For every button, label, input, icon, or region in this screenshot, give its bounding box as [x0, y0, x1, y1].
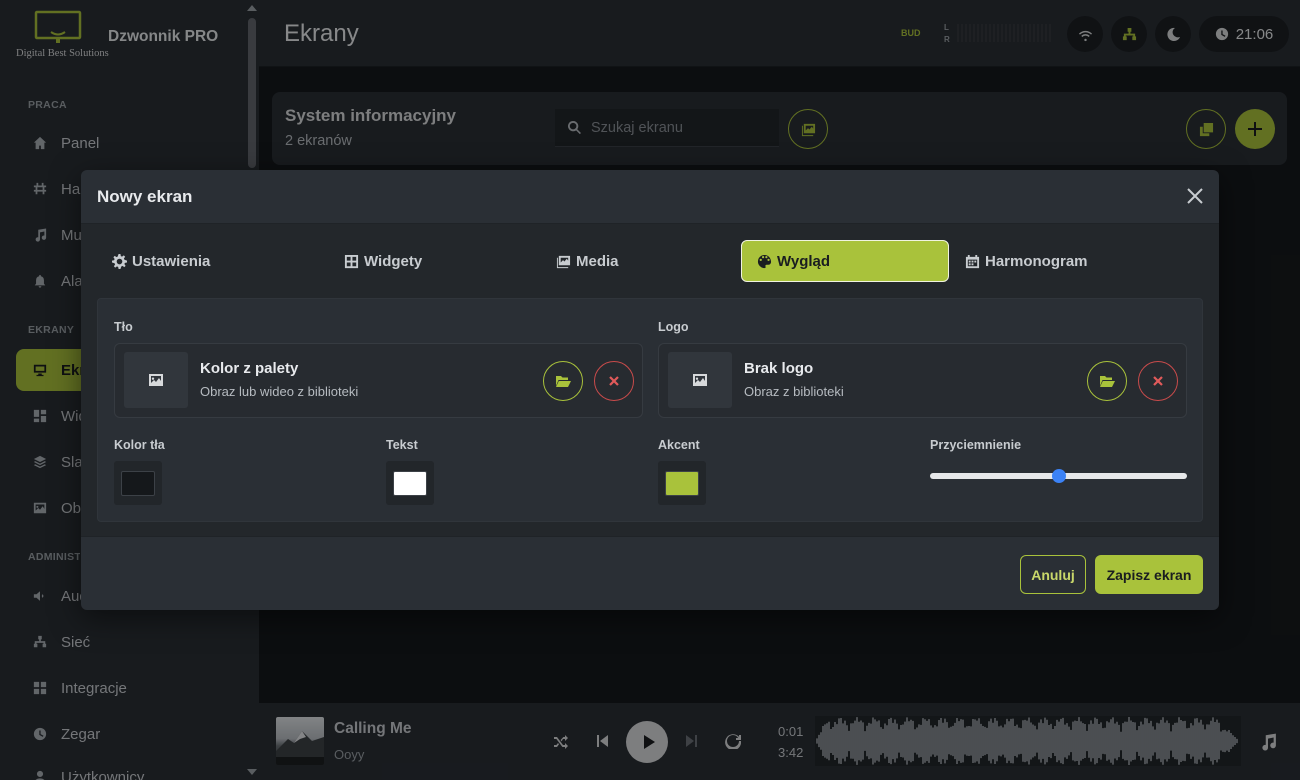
divider — [81, 536, 1219, 537]
tab-harmonogram[interactable]: Harmonogram — [965, 240, 1088, 282]
dimming-label: Przyciemnienie — [930, 438, 1022, 452]
close-icon — [609, 376, 619, 386]
folder-open-icon — [556, 376, 571, 387]
text-color-label: Tekst — [386, 438, 418, 452]
close-icon — [1153, 376, 1163, 386]
tab-label: Ustawienia — [132, 252, 211, 270]
dialog-body: Ustawienia Widgety Media Wygląd Harmonog… — [81, 224, 1219, 536]
bg-color-picker[interactable] — [114, 461, 162, 505]
text-color-swatch — [393, 470, 427, 496]
dimming-slider[interactable] — [930, 469, 1187, 483]
accent-color-label: Akcent — [658, 438, 700, 452]
calendar-icon — [965, 254, 980, 268]
background-picker: Kolor z palety Obraz lub wideo z bibliot… — [114, 343, 643, 418]
gear-icon — [112, 253, 127, 269]
background-label: Tło — [114, 320, 133, 334]
background-subtitle: Obraz lub wideo z biblioteki — [200, 384, 359, 399]
tab-ustawienia[interactable]: Ustawienia — [112, 240, 210, 282]
app-root: Digital Best Solutions Dzwonnik PRO PRAC… — [0, 0, 1300, 780]
tab-label: Wygląd — [777, 252, 831, 270]
bg-color-label: Kolor tła — [114, 438, 165, 452]
folder-open-icon — [1100, 376, 1115, 387]
background-browse-button[interactable] — [543, 361, 583, 401]
slider-handle[interactable] — [1051, 469, 1066, 483]
background-preview — [124, 352, 188, 408]
logo-browse-button[interactable] — [1087, 361, 1127, 401]
tab-widgety[interactable]: Widgety — [344, 240, 422, 282]
grid-icon — [344, 254, 359, 268]
logo-title: Brak logo — [744, 360, 814, 377]
palette-icon — [757, 254, 772, 268]
tab-wyglad[interactable]: Wygląd — [741, 240, 949, 282]
image-icon — [149, 374, 163, 386]
bg-color-swatch — [121, 470, 155, 496]
background-clear-button[interactable] — [594, 361, 634, 401]
background-title: Kolor z palety — [200, 360, 299, 377]
logo-preview — [668, 352, 732, 408]
image-icon — [693, 374, 707, 386]
accent-color-swatch — [665, 470, 699, 496]
dialog-title: Nowy ekran — [97, 187, 193, 206]
tab-label: Media — [576, 252, 619, 270]
logo-subtitle: Obraz z biblioteki — [744, 384, 844, 399]
text-color-picker[interactable] — [386, 461, 434, 505]
cancel-button[interactable]: Anuluj — [1020, 555, 1086, 594]
save-button[interactable]: Zapisz ekran — [1095, 555, 1203, 594]
tab-label: Harmonogram — [985, 252, 1088, 270]
logo-label: Logo — [658, 320, 689, 334]
accent-color-picker[interactable] — [658, 461, 706, 505]
logo-picker: Brak logo Obraz z biblioteki — [658, 343, 1187, 418]
tab-media[interactable]: Media — [556, 240, 619, 282]
close-icon[interactable] — [1185, 186, 1205, 206]
images-icon — [556, 255, 571, 268]
logo-clear-button[interactable] — [1138, 361, 1178, 401]
new-screen-dialog: Nowy ekran Ustawienia Widgety Media Wygl… — [81, 170, 1219, 610]
tab-label: Widgety — [364, 252, 423, 270]
appearance-panel: Tło Logo Kolor z palety Obraz lub wideo … — [97, 298, 1203, 522]
